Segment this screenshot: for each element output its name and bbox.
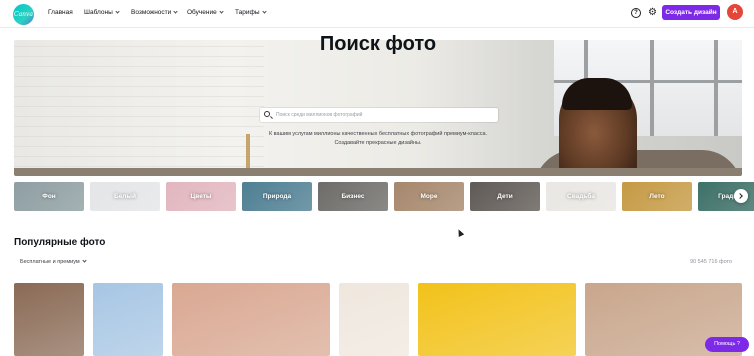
photo-count: 90 545 716 фото	[690, 259, 733, 265]
nav-templates[interactable]: Шаблоны	[84, 9, 120, 16]
mouse-cursor-icon	[455, 228, 465, 237]
category-tile[interactable]: Белый	[90, 182, 160, 211]
nav-home[interactable]: Главная	[48, 9, 73, 16]
search-icon	[264, 111, 270, 117]
hero-windowsill	[14, 168, 742, 176]
category-label: Природа	[262, 193, 292, 200]
category-tile[interactable]: Море	[394, 182, 464, 211]
category-label: Лето	[649, 193, 665, 200]
photo-thumbnail[interactable]	[172, 283, 330, 356]
search-input[interactable]	[276, 108, 494, 122]
category-tile[interactable]: Природа	[242, 182, 312, 211]
nav-features[interactable]: Возможности	[131, 9, 178, 16]
category-tile[interactable]: Бизнес	[318, 182, 388, 211]
top-navigation: Canva Главная Шаблоны Возможности Обучен…	[0, 0, 754, 28]
chevron-down-icon	[261, 9, 267, 14]
hero-person-hair	[562, 78, 632, 110]
hero-subtitle: К вашим услугам миллионы качественных бе…	[0, 130, 754, 148]
chevron-down-icon	[173, 9, 178, 14]
photo-thumbnail[interactable]	[93, 283, 163, 356]
help-button[interactable]: Помощь ?	[705, 337, 749, 352]
nav-pricing[interactable]: Тарифы	[235, 9, 267, 16]
photo-thumbnail[interactable]	[339, 283, 409, 356]
hero-subtitle-line-1: К вашим услугам миллионы качественных бе…	[268, 131, 488, 137]
help-icon[interactable]: ?	[631, 8, 641, 18]
nav-templates-label: Шаблоны	[84, 9, 113, 16]
category-label: Бизнес	[341, 193, 365, 200]
category-label: Цветы	[190, 193, 212, 200]
category-tile[interactable]: Дети	[470, 182, 540, 211]
chevron-down-icon	[219, 9, 224, 14]
license-filter-dropdown[interactable]: Бесплатные и премиум	[20, 258, 87, 265]
category-label: Свадьба	[567, 193, 595, 200]
photo-thumbnail[interactable]	[418, 283, 576, 356]
gear-icon[interactable]: ⚙	[647, 7, 658, 18]
category-tile[interactable]: Цветы	[166, 182, 236, 211]
category-strip: Фон Белый Цветы Природа Бизнес Море Дети…	[14, 182, 754, 211]
nav-learn-label: Обучение	[187, 9, 217, 16]
category-label: Фон	[42, 193, 56, 200]
category-tile[interactable]: Лето	[622, 182, 692, 211]
category-label: Дети	[497, 193, 513, 200]
category-tile[interactable]: Свадьба	[546, 182, 616, 211]
chevron-down-icon	[82, 258, 87, 263]
hero-subtitle-line-2: Создавайте прекрасные дизайны.	[334, 140, 422, 146]
chevron-right-icon[interactable]	[734, 189, 748, 203]
nav-learn[interactable]: Обучение	[187, 9, 224, 16]
section-title: Популярные фото	[14, 237, 106, 248]
hero-background-wall	[14, 40, 264, 176]
category-tile[interactable]: Фон	[14, 182, 84, 211]
nav-home-label: Главная	[48, 9, 73, 16]
photo-search-box[interactable]	[260, 108, 498, 122]
avatar[interactable]: A	[727, 4, 743, 20]
category-label: Море	[420, 193, 438, 200]
canva-logo[interactable]: Canva	[13, 4, 34, 25]
nav-pricing-label: Тарифы	[235, 9, 260, 16]
canva-photos-page: Canva Главная Шаблоны Возможности Обучен…	[0, 0, 754, 356]
filter-label: Бесплатные и премиум	[20, 259, 80, 265]
photo-thumbnail[interactable]	[14, 283, 84, 356]
page-title: Поиск фото	[319, 33, 437, 55]
create-design-button[interactable]: Создать дизайн	[662, 5, 720, 20]
chevron-down-icon	[115, 9, 120, 14]
nav-features-label: Возможности	[131, 9, 172, 16]
category-label: Белый	[114, 193, 136, 200]
